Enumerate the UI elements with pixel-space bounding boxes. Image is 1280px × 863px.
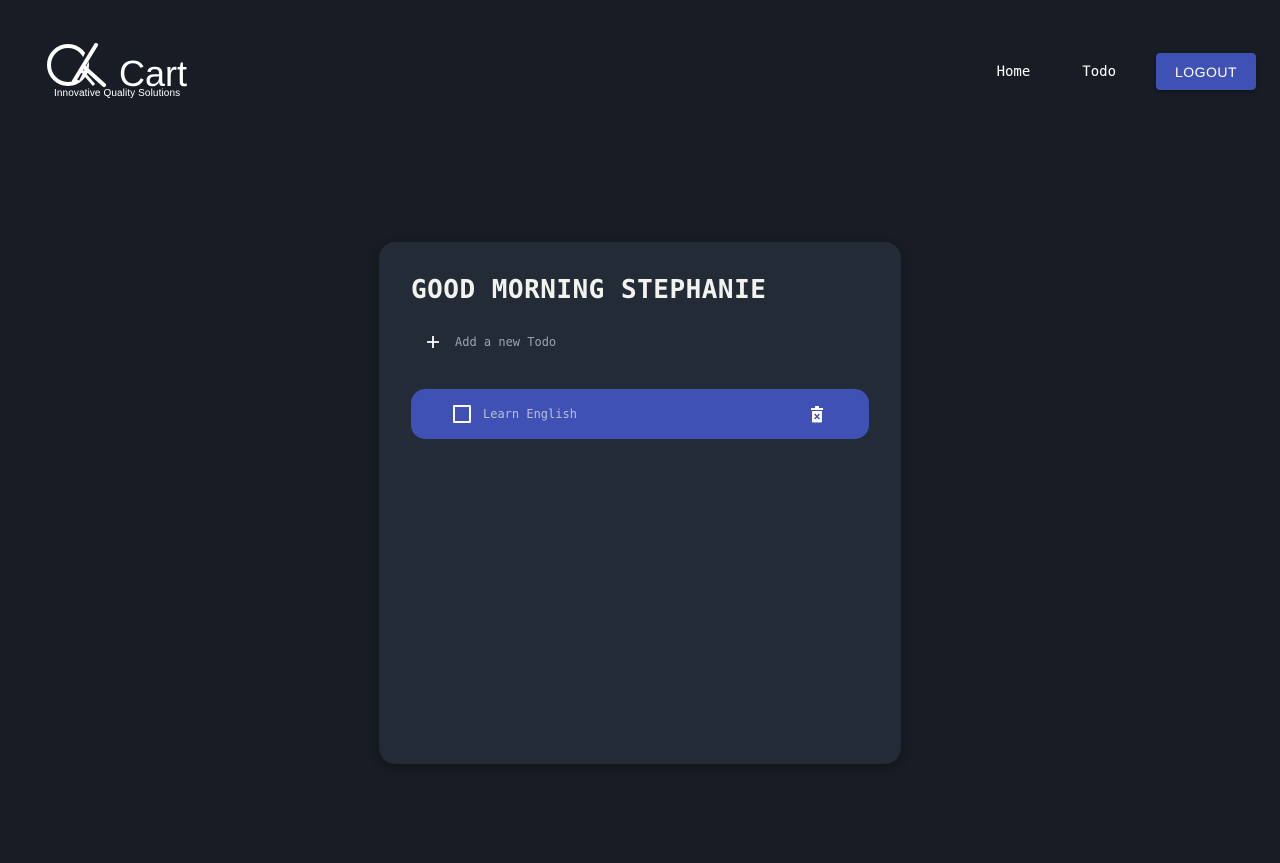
delete-forever-icon[interactable]	[808, 404, 826, 424]
add-todo-input[interactable]	[455, 335, 755, 349]
logo-tagline: Innovative Quality Solutions	[54, 88, 181, 99]
plus-icon[interactable]	[411, 327, 455, 357]
add-todo-row[interactable]	[411, 327, 755, 357]
logout-button[interactable]: LOGOUT	[1156, 53, 1256, 90]
logo-brand-name: Cart	[119, 53, 187, 91]
nav-todo-link[interactable]: Todo	[1082, 64, 1116, 80]
app-header: Cart Innovative Quality Solutions Home T…	[0, 0, 1280, 140]
top-nav: Home Todo LOGOUT	[997, 53, 1256, 90]
todo-list: Learn English	[411, 389, 869, 439]
greeting-title: GOOD MORNING STEPHANIE	[411, 275, 767, 305]
nav-home-link[interactable]: Home	[997, 64, 1031, 80]
todo-card: GOOD MORNING STEPHANIE Learn English	[379, 242, 901, 764]
brand-logo[interactable]: Cart Innovative Quality Solutions	[46, 41, 198, 103]
todo-checkbox[interactable]	[453, 405, 471, 423]
qkart-logo-icon: Cart	[47, 43, 187, 91]
todo-text: Learn English	[483, 407, 577, 421]
todo-item: Learn English	[411, 389, 869, 439]
